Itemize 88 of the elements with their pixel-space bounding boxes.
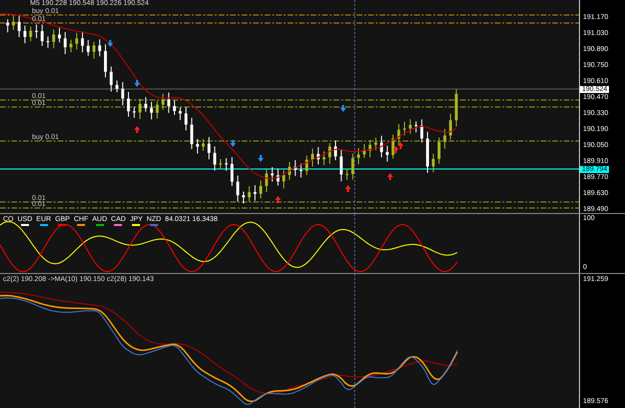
- up-arrow-icon: [275, 196, 281, 203]
- candlestick: [162, 93, 164, 110]
- candlestick: [248, 186, 251, 202]
- candlestick: [328, 142, 332, 164]
- candlestick: [104, 44, 107, 78]
- down-arrow-icon: [134, 80, 140, 87]
- candlestick: [374, 137, 378, 151]
- candlestick: [362, 144, 366, 158]
- candlestick: [242, 191, 245, 204]
- candlestick: [75, 32, 78, 50]
- candlestick: [64, 32, 67, 55]
- candlestick: [351, 153, 354, 180]
- up-arrow-icon: [134, 126, 140, 133]
- candlestick: [265, 169, 268, 193]
- candlestick: [40, 24, 44, 46]
- candlestick: [300, 163, 302, 178]
- candlestick: [357, 147, 360, 165]
- candlestick: [420, 118, 424, 143]
- candlestick: [270, 166, 274, 182]
- candlestick: [346, 168, 348, 180]
- candlestick: [196, 138, 199, 154]
- candlestick: [426, 131, 429, 174]
- candlestick: [408, 118, 412, 134]
- candlestick: [35, 24, 38, 39]
- candlestick: [438, 137, 440, 164]
- up-arrow-icon: [387, 173, 394, 180]
- candlestick: [127, 91, 130, 118]
- candlestick: [305, 155, 308, 176]
- candlestick: [167, 92, 170, 114]
- candlestick: [190, 117, 194, 150]
- candlestick: [132, 106, 136, 118]
- candlestick: [23, 25, 26, 44]
- candlestick: [334, 140, 337, 161]
- candlestick: [311, 148, 314, 168]
- candlestick: [70, 39, 72, 53]
- candlestick: [150, 101, 153, 120]
- candlestick: [178, 106, 182, 121]
- candlestick: [116, 80, 118, 93]
- candlestick: [208, 136, 210, 160]
- candlestick: [432, 153, 435, 173]
- candlestick: [288, 161, 291, 180]
- candlestick: [98, 38, 102, 57]
- candlestick: [184, 106, 188, 131]
- candlestick: [340, 149, 343, 182]
- candlestick: [144, 96, 148, 112]
- up-arrow-icon: [345, 185, 351, 192]
- down-arrow-icon: [340, 105, 346, 112]
- candlestick: [213, 146, 216, 172]
- candlestick: [282, 170, 286, 189]
- candlestick: [110, 66, 113, 92]
- candlestick: [12, 15, 15, 30]
- down-arrow-icon: [230, 140, 236, 147]
- candlestick: [6, 18, 10, 33]
- candlestick: [443, 128, 446, 150]
- candlestick: [380, 135, 383, 158]
- candlestick: [156, 100, 159, 119]
- candlestick: [368, 140, 372, 158]
- candlestick: [386, 145, 389, 162]
- candlestick: [322, 150, 326, 166]
- candlestick: [219, 158, 222, 170]
- candlestick: [414, 120, 418, 133]
- candlestick: [230, 156, 234, 187]
- candlestick: [403, 121, 406, 136]
- candlestick: [259, 180, 262, 199]
- candlestick: [46, 36, 50, 48]
- candlestick: [454, 88, 458, 128]
- candlestick: [276, 168, 280, 186]
- candlestick: [294, 160, 297, 176]
- candlestick: [81, 31, 84, 53]
- candlestick: [392, 134, 394, 160]
- candlestick: [397, 124, 400, 146]
- candlestick: [121, 82, 124, 106]
- candlestick: [254, 184, 256, 202]
- candlestick: [202, 138, 205, 152]
- candlestick: [58, 27, 61, 43]
- candlestick: [449, 113, 452, 140]
- candlestick: [316, 146, 320, 165]
- candlestick: [173, 100, 176, 116]
- down-arrow-icon: [107, 40, 114, 47]
- down-arrow-icon: [258, 155, 264, 162]
- candlestick: [236, 175, 240, 202]
- candlestick: [52, 29, 56, 49]
- candlestick: [18, 14, 21, 38]
- candlestick: [138, 98, 142, 120]
- candlestick: [29, 26, 32, 42]
- candlestick: [92, 41, 96, 60]
- candlestick: [86, 39, 90, 56]
- candlestick: [224, 158, 228, 172]
